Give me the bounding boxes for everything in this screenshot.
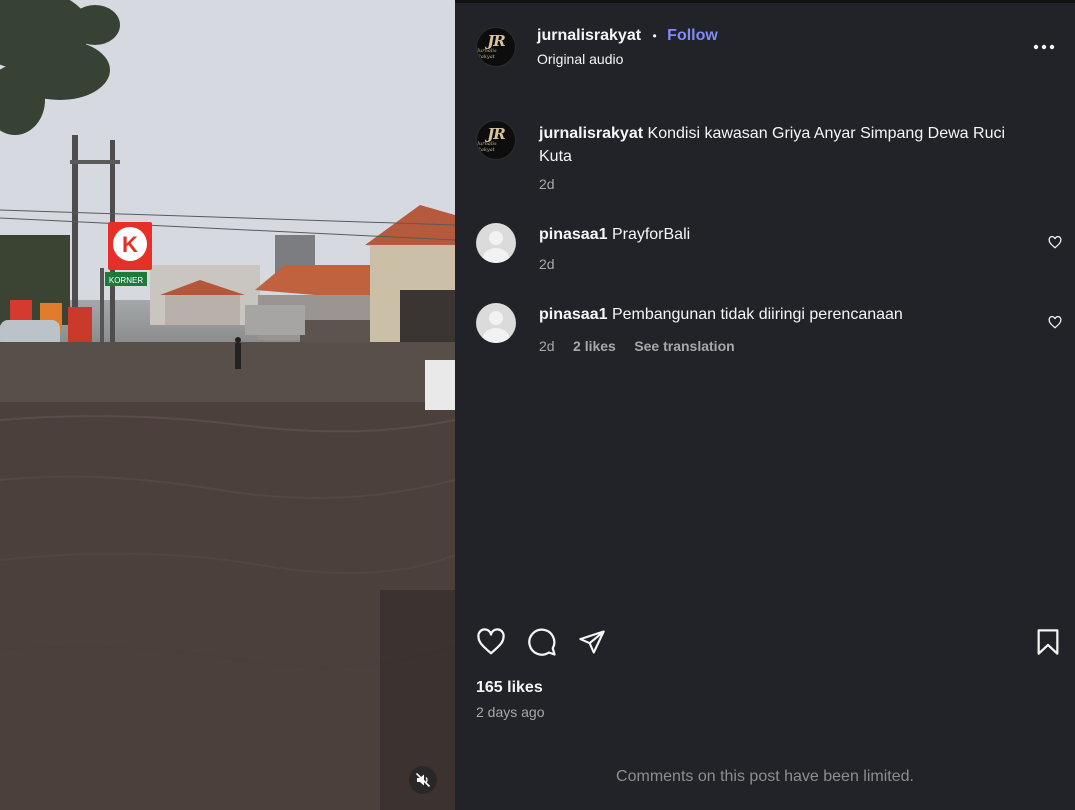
comment-row: pinasaa1 PrayforBali xyxy=(539,226,690,244)
avatar-subtext: Jurnalis Rakyat xyxy=(477,141,497,153)
comment-icon xyxy=(528,628,556,656)
comment-meta-row: 2d 2 likes See translation xyxy=(539,338,735,356)
share-button[interactable] xyxy=(575,626,609,658)
header-separator: • xyxy=(652,29,657,43)
author-avatar[interactable]: JR Jurnalis Rakyat xyxy=(476,27,516,67)
caption-avatar[interactable]: JR Jurnalis Rakyat xyxy=(476,120,516,160)
likes-count[interactable]: 165 likes xyxy=(476,679,543,697)
header-title-row: jurnalisrakyat • Follow xyxy=(537,26,718,46)
avatar-monogram: JR xyxy=(487,32,506,50)
caption-text: Kondisi kawasan Griya Anyar Simpang Dewa… xyxy=(647,125,1006,142)
comment-like-button[interactable] xyxy=(1046,234,1064,250)
comments-limited-notice: Comments on this post have been limited. xyxy=(616,768,914,785)
comment-time: 2d xyxy=(539,338,555,354)
comment-text: PrayforBali xyxy=(611,226,691,243)
comment-avatar[interactable] xyxy=(476,223,516,263)
follow-button[interactable]: Follow xyxy=(667,27,718,44)
more-options-button[interactable] xyxy=(1030,36,1058,58)
caption-time: 2d xyxy=(539,176,555,192)
comment-text: Pembangunan tidak diiringi perencanaan xyxy=(611,306,903,323)
heart-icon xyxy=(1048,235,1062,249)
comment-avatar[interactable] xyxy=(476,303,516,343)
comment-likes[interactable]: 2 likes xyxy=(573,338,616,354)
heart-icon xyxy=(1048,315,1062,329)
comment-username[interactable]: pinasaa1 xyxy=(539,226,607,243)
comment-row: pinasaa1 Pembangunan tidak diiringi pere… xyxy=(539,306,903,324)
comment-like-button[interactable] xyxy=(1046,314,1064,330)
bookmark-icon xyxy=(1037,629,1059,655)
store-sign-letter: K xyxy=(122,232,138,257)
caption-username[interactable]: jurnalisrakyat xyxy=(539,125,643,142)
send-icon xyxy=(579,630,605,654)
see-translation-link[interactable]: See translation xyxy=(634,338,734,354)
avatar-monogram: JR xyxy=(487,125,506,143)
comment-username[interactable]: pinasaa1 xyxy=(539,306,607,323)
more-horizontal-icon xyxy=(1033,44,1055,50)
caption: jurnalisrakyat Kondisi kawasan Griya Any… xyxy=(539,122,1049,168)
flooded-street-image: K KORNER xyxy=(0,0,455,810)
save-button[interactable] xyxy=(1032,626,1064,658)
comment-button[interactable] xyxy=(525,626,559,658)
audio-label[interactable]: Original audio xyxy=(537,51,623,67)
author-username[interactable]: jurnalisrakyat xyxy=(537,27,641,44)
heart-icon xyxy=(477,628,505,655)
comment-time: 2d xyxy=(539,256,555,272)
top-strip xyxy=(455,0,1075,3)
avatar-subtext: Jurnalis Rakyat xyxy=(477,48,497,60)
speaker-muted-icon xyxy=(415,772,431,788)
mute-button[interactable] xyxy=(409,766,437,794)
caption-text-line2: Kuta xyxy=(539,148,572,165)
like-button[interactable] xyxy=(474,626,508,658)
post-timestamp[interactable]: 2 days ago xyxy=(476,704,545,720)
store-subsign: KORNER xyxy=(109,276,143,285)
post-video[interactable]: K KORNER xyxy=(0,0,455,810)
